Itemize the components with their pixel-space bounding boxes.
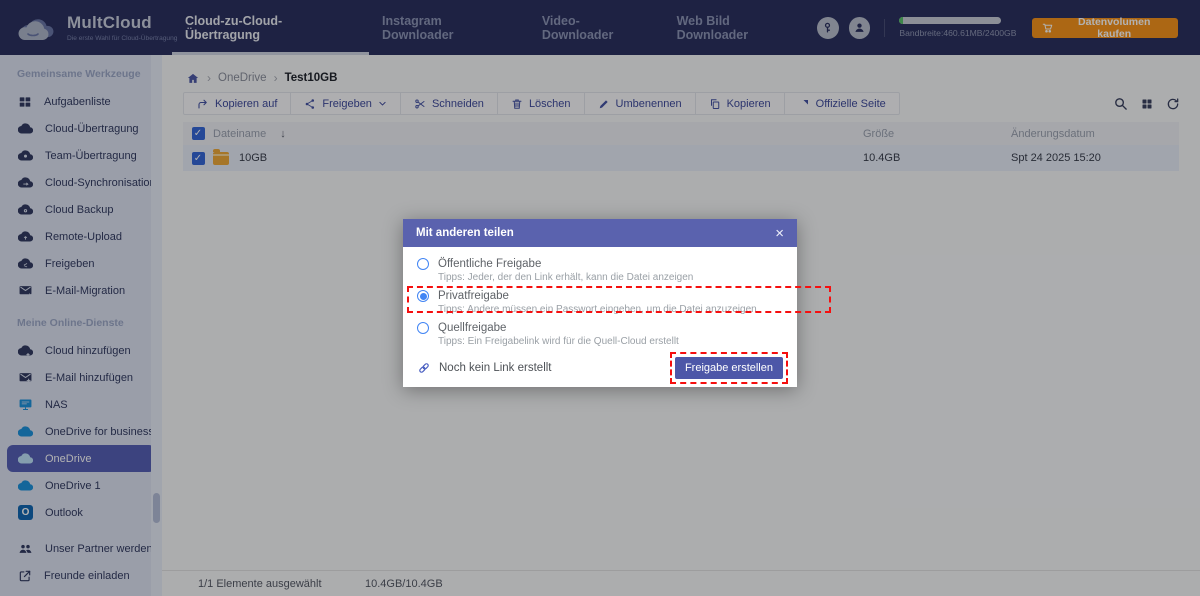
option-label[interactable]: Öffentliche Freigabe <box>438 258 541 270</box>
option-tip: Tipps: Jeder, der den Link erhält, kann … <box>438 272 694 283</box>
create-share-button[interactable]: Freigabe erstellen <box>674 357 783 379</box>
link-status-text: Noch kein Link erstellt <box>439 362 552 374</box>
option-tip: Tipps: Andere müssen ein Passwort eingeb… <box>438 304 757 315</box>
radio-source-share[interactable] <box>417 322 429 334</box>
option-public-share[interactable]: Öffentliche Freigabe Tipps: Jeder, der d… <box>417 256 783 285</box>
create-share-wrap: Freigabe erstellen <box>669 352 788 384</box>
option-label[interactable]: Quellfreigabe <box>438 322 506 334</box>
radio-public-share[interactable] <box>417 258 429 270</box>
option-source-share[interactable]: Quellfreigabe Tipps: Ein Freigabelink wi… <box>417 320 783 349</box>
option-label[interactable]: Privatfreigabe <box>438 290 509 302</box>
option-private-share[interactable]: Privatfreigabe Tipps: Andere müssen ein … <box>407 286 831 317</box>
share-dialog-body: Öffentliche Freigabe Tipps: Jeder, der d… <box>403 247 831 387</box>
share-dialog-title: Mit anderen teilen <box>416 227 514 239</box>
radio-private-share[interactable] <box>417 290 429 302</box>
link-status: Noch kein Link erstellt <box>417 361 552 375</box>
link-chain-icon <box>417 361 431 375</box>
share-dialog: Mit anderen teilen × Öffentliche Freigab… <box>403 219 831 387</box>
share-dialog-header: Mit anderen teilen × <box>403 219 797 247</box>
share-dialog-footer: Noch kein Link erstellt Freigabe erstell… <box>417 352 788 384</box>
option-tip: Tipps: Ein Freigabelink wird für die Que… <box>438 336 679 347</box>
close-icon[interactable]: × <box>775 226 784 241</box>
